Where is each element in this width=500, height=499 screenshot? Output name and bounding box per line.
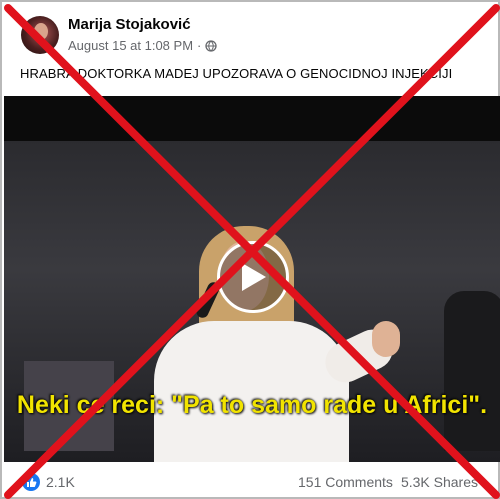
reaction-count: 2.1K [46,474,75,490]
speaker-hand [372,321,400,357]
engagement-counts: 151 Comments 5.3K Shares [298,474,478,490]
meta-separator: · [197,38,202,53]
globe-icon[interactable] [205,39,218,52]
facebook-post-card: Marija Stojaković August 15 at 1:08 PM ·… [0,0,500,499]
like-icon [22,473,40,491]
video-subtitle: Neki ce reci: "Pa to samo rade u Africi"… [16,391,488,419]
play-button[interactable] [217,241,289,313]
post-meta: August 15 at 1:08 PM · [68,38,218,53]
author-name[interactable]: Marija Stojaković [68,16,191,33]
background-figure [444,291,500,451]
post-caption: HRABRA DOKTORKA MADEJ UPOZORAVA O GENOCI… [20,66,453,81]
post-timestamp[interactable]: August 15 at 1:08 PM [68,38,193,53]
video-player[interactable]: Neki ce reci: "Pa to samo rade u Africi"… [4,96,500,462]
author-avatar[interactable] [21,16,59,54]
shares-count[interactable]: 5.3K Shares [401,474,478,490]
play-icon [242,263,266,291]
comments-count[interactable]: 151 Comments [298,474,393,490]
reaction-summary[interactable]: 2.1K [22,473,75,491]
avatar-face [34,23,48,40]
